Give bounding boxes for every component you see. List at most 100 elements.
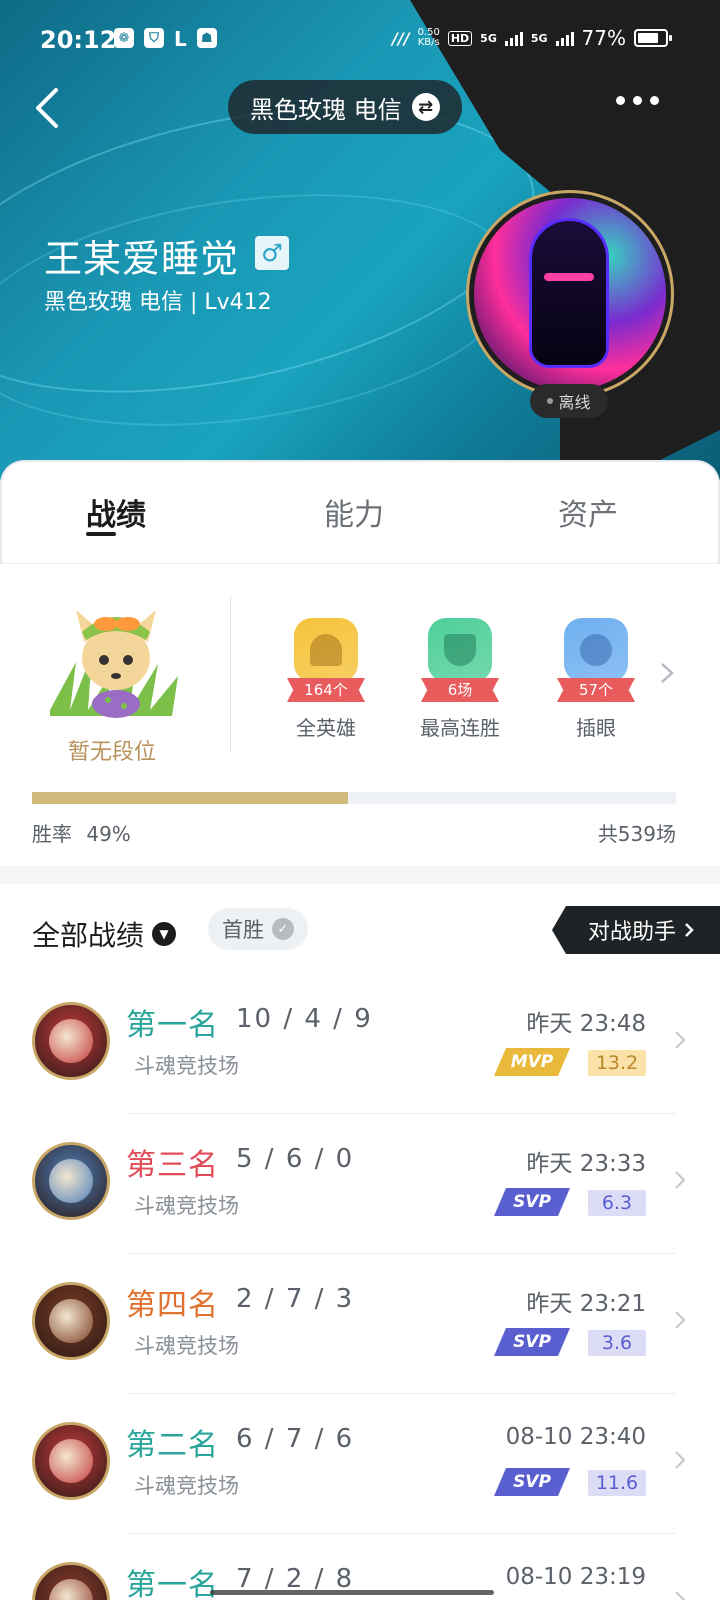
shield-icon: ⛉ bbox=[144, 28, 164, 48]
match-kda: 10 / 4 / 9 bbox=[236, 1004, 373, 1034]
teemo-mascot-icon bbox=[50, 610, 178, 718]
status-bar: 20:12 ❁ ⛉ L ☗ /// 0.50 KB/s HD 5G 5G 77% bbox=[0, 0, 720, 80]
trophy-icon bbox=[444, 634, 476, 666]
chevron-right-icon[interactable] bbox=[660, 662, 674, 684]
swap-icon: ⇄ bbox=[411, 93, 440, 121]
signal-bars-icon bbox=[555, 30, 574, 46]
match-list-header: 全部战绩 ▼ 首胜 ✓ 对战助手 bbox=[0, 884, 720, 974]
match-filter-dropdown[interactable]: 全部战绩 ▼ bbox=[32, 914, 177, 954]
winrate-bar bbox=[32, 792, 676, 804]
check-icon: ✓ bbox=[272, 918, 294, 940]
champion-avatar bbox=[32, 1422, 110, 1500]
champion-avatar bbox=[32, 1002, 110, 1080]
match-time: 昨天 23:48 bbox=[526, 1011, 646, 1037]
player-avatar[interactable] bbox=[466, 190, 674, 398]
avatar-figure bbox=[529, 218, 609, 368]
player-server-level: 黑色玫瑰 电信 | Lv412 bbox=[44, 290, 272, 315]
match-placement: 第一名 bbox=[126, 1568, 219, 1600]
chevron-right-icon bbox=[675, 1031, 686, 1049]
first-win-filter-chip[interactable]: 首胜 ✓ bbox=[208, 908, 308, 950]
badge-label: 插眼 bbox=[576, 716, 616, 740]
match-score: 11.6 bbox=[588, 1470, 646, 1496]
rank-label: 暂无段位 bbox=[68, 740, 157, 765]
divider bbox=[230, 596, 231, 752]
match-score: 6.3 bbox=[588, 1190, 646, 1216]
match-row[interactable]: 第三名 5 / 6 / 0 斗魂竞技场 昨天 23:33 SVP 6.3 bbox=[0, 1114, 720, 1254]
dot bbox=[650, 96, 659, 105]
game-notification-icon: ☗ bbox=[196, 28, 217, 48]
avatar-figure-glow bbox=[544, 273, 594, 281]
profile-header: 20:12 ❁ ⛉ L ☗ /// 0.50 KB/s HD 5G 5G 77% bbox=[0, 0, 720, 480]
rank-mascot bbox=[46, 592, 182, 722]
network-speed: 0.50 KB/s bbox=[418, 28, 440, 48]
match-placement: 第二名 bbox=[126, 1428, 219, 1463]
app-l-icon: L bbox=[174, 27, 187, 51]
online-status-label: 离线 bbox=[558, 393, 591, 412]
hd-icon: HD bbox=[447, 30, 473, 46]
status-right-icons: /// 0.50 KB/s HD 5G 5G 77% bbox=[392, 26, 672, 50]
server-switcher[interactable]: 黑色玫瑰 电信 ⇄ bbox=[228, 80, 462, 134]
match-mode: 斗魂竞技场 bbox=[134, 1334, 239, 1358]
dot bbox=[616, 96, 625, 105]
badge-shape: 6场 bbox=[421, 618, 499, 702]
grade-badge: MVP bbox=[494, 1048, 570, 1076]
grade-badge: SVP bbox=[494, 1188, 570, 1216]
winrate-bar-fill bbox=[32, 792, 348, 804]
home-indicator[interactable] bbox=[210, 1590, 494, 1595]
achievement-wards[interactable]: 57个 插眼 bbox=[526, 618, 666, 741]
badge-shape: 57个 bbox=[557, 618, 635, 702]
champion-portrait bbox=[49, 1579, 93, 1600]
tab-assets[interactable]: 资产 bbox=[558, 490, 618, 534]
more-options-button[interactable] bbox=[616, 96, 659, 105]
grade-badge: SVP bbox=[494, 1468, 570, 1496]
champion-portrait bbox=[49, 1439, 93, 1483]
chevron-down-icon: ▼ bbox=[152, 922, 177, 946]
player-name: 王某爱睡觉 bbox=[44, 237, 240, 281]
match-time: 昨天 23:21 bbox=[526, 1291, 646, 1317]
grade-badge: SVP bbox=[494, 1328, 570, 1356]
tab-record[interactable]: 战绩 bbox=[86, 490, 146, 534]
match-row[interactable]: 第四名 2 / 7 / 3 斗魂竞技场 昨天 23:21 SVP 3.6 bbox=[0, 1254, 720, 1394]
champion-portrait bbox=[49, 1019, 93, 1063]
match-mode: 斗魂竞技场 bbox=[134, 1194, 239, 1218]
chevron-right-icon bbox=[675, 1451, 686, 1469]
match-score: 3.6 bbox=[588, 1330, 646, 1356]
tab-ability[interactable]: 能力 bbox=[324, 490, 384, 534]
badge-label: 最高连胜 bbox=[420, 716, 500, 740]
match-row[interactable]: 第二名 6 / 7 / 6 斗魂竞技场 08-10 23:40 SVP 11.6 bbox=[0, 1394, 720, 1534]
battery-percent: 77% bbox=[581, 26, 626, 50]
match-kda: 6 / 7 / 6 bbox=[236, 1424, 355, 1454]
app-notification-icon: ❁ bbox=[114, 28, 134, 48]
section-divider bbox=[0, 866, 720, 884]
battery-icon bbox=[634, 29, 672, 47]
badge-count: 57个 bbox=[557, 678, 635, 702]
champion-avatar bbox=[32, 1282, 110, 1360]
helmet-icon bbox=[310, 634, 342, 666]
match-kda: 5 / 6 / 0 bbox=[236, 1144, 355, 1174]
badge-shape: 164个 bbox=[287, 618, 365, 702]
match-list: 第一名 10 / 4 / 9 斗魂竞技场 昨天 23:48 MVP 13.2 第… bbox=[0, 974, 720, 1600]
match-row[interactable]: 第一名 10 / 4 / 9 斗魂竞技场 昨天 23:48 MVP 13.2 bbox=[0, 974, 720, 1114]
battery-level bbox=[638, 33, 659, 43]
battle-assistant-button[interactable]: 对战助手 bbox=[552, 906, 720, 954]
online-status-badge: 离线 bbox=[530, 384, 608, 418]
winrate-label: 胜率 bbox=[32, 822, 72, 846]
status-dot-icon bbox=[547, 398, 554, 404]
first-win-label: 首胜 bbox=[222, 918, 264, 942]
back-button[interactable] bbox=[30, 86, 66, 130]
signal-bars-icon bbox=[504, 30, 523, 46]
champion-portrait bbox=[49, 1159, 93, 1203]
match-time: 08-10 23:19 bbox=[505, 1564, 646, 1590]
champion-avatar bbox=[32, 1142, 110, 1220]
dot bbox=[633, 96, 642, 105]
achievement-all-heroes[interactable]: 164个 全英雄 bbox=[256, 618, 396, 741]
total-games: 共539场 bbox=[597, 822, 676, 846]
achievement-win-streak[interactable]: 6场 最高连胜 bbox=[390, 618, 530, 741]
status-time: 20:12 bbox=[40, 26, 117, 54]
active-tab-indicator bbox=[86, 532, 116, 536]
signal-5g-label: 5G bbox=[480, 31, 497, 45]
match-time: 08-10 23:40 bbox=[505, 1424, 646, 1450]
match-filter-label: 全部战绩 bbox=[32, 919, 145, 952]
champion-portrait bbox=[49, 1299, 93, 1343]
male-gender-icon: ♂ bbox=[255, 236, 289, 270]
